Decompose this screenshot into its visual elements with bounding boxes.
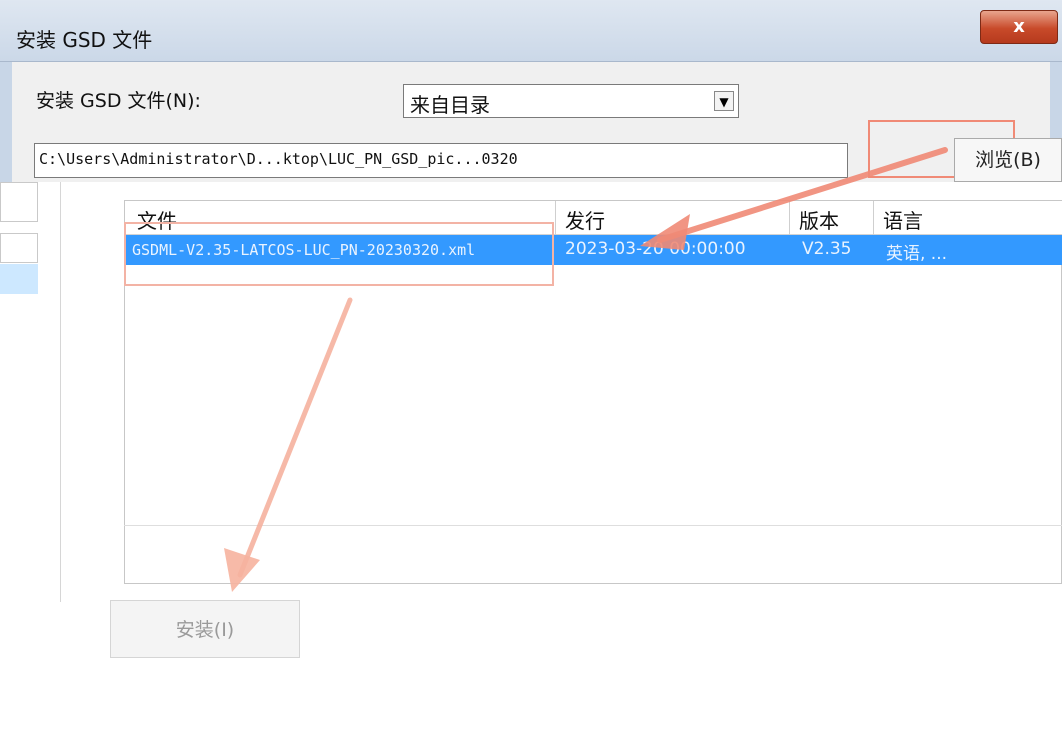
column-header-release[interactable]: 发行 xyxy=(565,205,605,234)
browse-button[interactable]: 浏览(B) xyxy=(954,138,1062,182)
close-icon: x xyxy=(1013,16,1025,37)
title-bar xyxy=(0,0,1062,62)
left-panel-item-selected xyxy=(0,264,38,294)
column-divider[interactable] xyxy=(789,201,790,235)
panel-divider xyxy=(60,182,61,602)
column-header-language[interactable]: 语言 xyxy=(883,205,923,234)
chevron-down-icon[interactable]: ▼ xyxy=(714,91,734,111)
column-divider[interactable] xyxy=(873,201,874,235)
cell-version: V2.35 xyxy=(802,239,852,259)
column-divider[interactable] xyxy=(555,201,556,235)
column-header-version[interactable]: 版本 xyxy=(799,205,839,234)
source-selected-value: 来自目录 xyxy=(410,93,490,117)
source-label: 安装 GSD 文件(N): xyxy=(36,90,201,112)
window-title: 安装 GSD 文件 xyxy=(16,28,153,52)
left-panel-item xyxy=(0,233,38,263)
close-button[interactable]: x xyxy=(980,10,1058,44)
left-panel-item xyxy=(0,182,38,222)
row-highlight-annotation xyxy=(124,222,554,286)
path-input[interactable]: C:\Users\Administrator\D...ktop\LUC_PN_G… xyxy=(34,143,848,178)
source-select[interactable]: 来自目录 ▼ xyxy=(403,84,739,118)
list-divider xyxy=(124,525,1062,526)
install-button[interactable]: 安装(I) xyxy=(110,600,300,658)
path-value: C:\Users\Administrator\D...ktop\LUC_PN_G… xyxy=(39,150,518,168)
cell-release: 2023-03-20 00:00:00 xyxy=(565,239,746,259)
cell-language: 英语, ... xyxy=(886,244,948,264)
